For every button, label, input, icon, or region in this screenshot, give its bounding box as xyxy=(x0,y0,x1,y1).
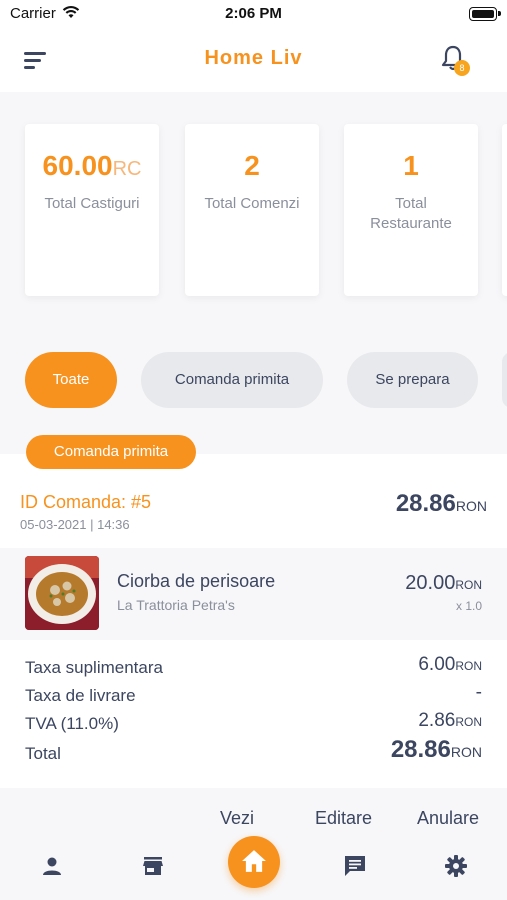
summary-label: Taxa suplimentara xyxy=(25,658,163,677)
home-icon xyxy=(242,850,266,872)
filter-chip-preparing[interactable]: Se prepara xyxy=(347,352,478,408)
stat-label: Total Restaurante xyxy=(370,195,452,232)
stat-label: Total Comenzi xyxy=(204,195,300,212)
edit-button[interactable]: Editare xyxy=(315,808,372,829)
app-header: Home Liv 8 xyxy=(0,30,507,90)
stat-value: 60.00RC xyxy=(42,150,142,181)
home-tab-button[interactable] xyxy=(228,836,280,888)
summary-value: 2.86RON xyxy=(418,710,482,731)
stat-label: Total Castiguri xyxy=(44,195,140,212)
clock: 2:06 PM xyxy=(225,5,282,22)
person-icon[interactable] xyxy=(40,854,64,878)
order-summary: Taxa suplimentara 6.00RON Taxa de livrar… xyxy=(0,640,507,788)
stat-card-restaurants: 1 Total Restaurante xyxy=(344,124,478,296)
summary-label: Taxa de livrare xyxy=(25,686,136,705)
summary-row-total: Total 28.86RON xyxy=(0,736,507,768)
chat-icon[interactable] xyxy=(343,854,367,878)
filter-chip-received[interactable]: Comanda primita xyxy=(141,352,323,408)
stat-value: 2 xyxy=(244,150,260,181)
stat-card-orders: 2 Total Comenzi xyxy=(185,124,319,296)
summary-row-extra-fee: Taxa suplimentara 6.00RON xyxy=(0,654,507,682)
app-title: Home Liv xyxy=(204,47,303,69)
view-button[interactable]: Vezi xyxy=(220,808,254,829)
stat-card-earnings: 60.00RC Total Castiguri xyxy=(25,124,159,296)
dish-price: 20.00RON xyxy=(405,572,482,594)
dish-quantity: x 1.0 xyxy=(455,599,482,613)
summary-label: TVA (11.0%) xyxy=(25,714,119,733)
store-icon[interactable] xyxy=(141,854,165,878)
status-bar: Carrier 2:06 PM xyxy=(0,0,507,30)
notification-badge: 8 xyxy=(454,60,470,76)
settings-icon[interactable] xyxy=(444,854,468,878)
summary-label: Total xyxy=(25,744,61,763)
battery-icon xyxy=(469,7,501,21)
stats-carousel[interactable]: 60.00RC Total Castiguri 2 Total Comenzi … xyxy=(0,92,507,324)
stat-value: 1 xyxy=(403,150,419,181)
restaurant-name: La Trattoria Petra's xyxy=(117,597,235,613)
filter-chip-all[interactable]: Toate xyxy=(25,352,117,408)
summary-value: 6.00RON xyxy=(418,654,482,675)
bottom-bar: Vezi Editare Anulare xyxy=(0,788,507,900)
stat-card-next xyxy=(502,124,507,296)
summary-value: - xyxy=(475,682,482,703)
order-total: 28.86RON xyxy=(395,490,487,517)
dish-name: Ciorba de perisoare xyxy=(117,571,276,591)
summary-value: 28.86RON xyxy=(390,736,482,763)
order-header[interactable]: ID Comanda: #5 05-03-2021 | 14:36 28.86R… xyxy=(0,472,507,548)
order-date: 05-03-2021 | 14:36 xyxy=(20,517,130,532)
summary-row-delivery: Taxa de livrare - xyxy=(0,682,507,710)
order-status-badge: Comanda primita xyxy=(26,435,196,469)
dish-photo xyxy=(25,556,99,630)
order-item[interactable]: Ciorba de perisoare La Trattoria Petra's… xyxy=(0,548,507,640)
filter-bar: Toate Comanda primita Se prepara Comanda… xyxy=(0,324,507,469)
cancel-button[interactable]: Anulare xyxy=(417,808,479,829)
filter-chip-next[interactable] xyxy=(502,352,507,408)
order-id: ID Comanda: #5 xyxy=(20,492,152,512)
summary-row-vat: TVA (11.0%) 2.86RON xyxy=(0,710,507,738)
